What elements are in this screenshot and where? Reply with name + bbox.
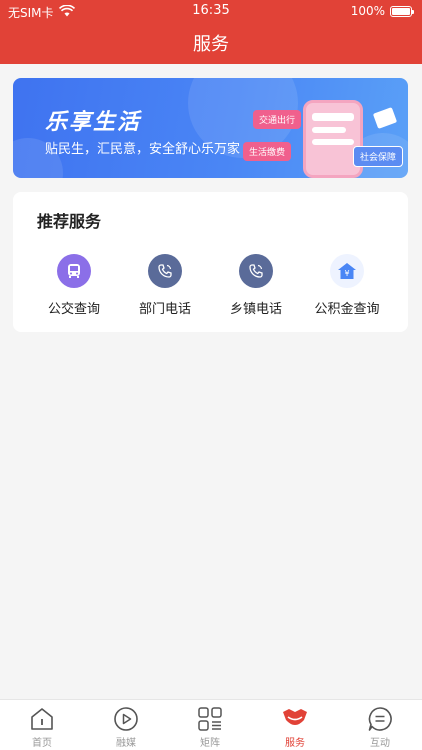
tab-label: 服务 — [285, 738, 305, 749]
svg-text:¥: ¥ — [344, 269, 349, 278]
phone-icon — [239, 254, 273, 288]
promo-banner[interactable]: 乐享生活 贴民生，汇民意，安全舒心乐万家 交通出行 生活缴费 社会保障 — [13, 78, 408, 178]
service-label: 乡镇电话 — [229, 302, 282, 317]
service-label: 公积金查询 — [314, 302, 380, 317]
home-icon — [0, 706, 84, 732]
service-dept-phone[interactable]: 部门电话 — [116, 254, 214, 317]
tab-label: 融媒 — [116, 738, 136, 749]
bus-icon — [57, 254, 91, 288]
service-icon — [253, 706, 337, 732]
tab-interaction[interactable]: 互动 — [338, 706, 422, 749]
app-header: 无SIM卡 16:35 100% 服务 — [0, 0, 422, 64]
status-bar: 无SIM卡 16:35 100% — [0, 0, 422, 22]
page-title: 服务 — [193, 34, 229, 55]
recommend-title: 推荐服务 — [37, 212, 102, 231]
play-icon — [84, 706, 168, 732]
service-label: 部门电话 — [138, 302, 191, 317]
banner-tag-payment: 生活缴费 — [243, 142, 292, 161]
tab-services[interactable]: 服务 — [253, 706, 337, 749]
banner-subtitle: 贴民生，汇民意，安全舒心乐万家 — [45, 142, 241, 157]
tab-home[interactable]: 首页 — [0, 706, 84, 749]
phone-icon — [148, 254, 182, 288]
house-fund-icon: ¥ — [330, 254, 364, 288]
grid-icon — [168, 706, 252, 732]
tab-media[interactable]: 融媒 — [84, 706, 168, 749]
paper-illustration — [372, 107, 398, 129]
service-bus-query[interactable]: 公交查询 — [25, 254, 123, 317]
service-label: 公交查询 — [47, 302, 100, 317]
banner-title: 乐享生活 — [45, 110, 142, 135]
tab-label: 互动 — [370, 738, 390, 749]
service-housing-fund[interactable]: ¥ 公积金查询 — [298, 254, 396, 317]
tab-label: 矩阵 — [200, 738, 220, 749]
service-town-phone[interactable]: 乡镇电话 — [207, 254, 305, 317]
tab-label: 首页 — [32, 738, 52, 749]
battery-percent: 100% — [350, 4, 385, 18]
battery-icon — [390, 5, 414, 17]
tab-matrix[interactable]: 矩阵 — [168, 706, 252, 749]
chat-icon — [338, 706, 422, 732]
banner-tag-transport: 交通出行 — [253, 110, 302, 129]
banner-tag-social: 社会保障 — [353, 146, 404, 167]
bottom-tab-bar: 首页 融媒 矩阵 服务 互动 — [0, 699, 422, 750]
recommend-services-card: 推荐服务 公交查询 部门电话 乡镇电话 ¥ 公积金查询 — [13, 192, 408, 332]
